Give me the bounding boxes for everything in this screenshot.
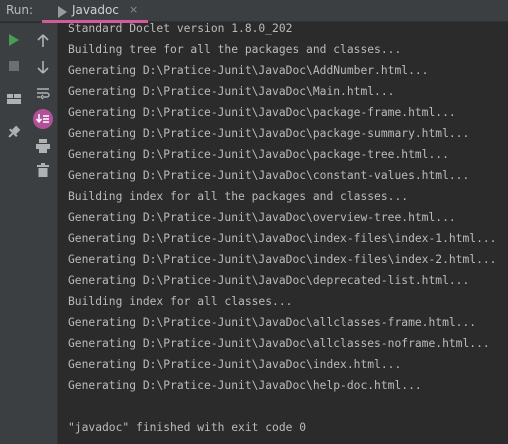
run-toolbar-left <box>0 23 28 444</box>
console-line: Generating D:\Pratice-Junit\JavaDoc\help… <box>68 379 422 392</box>
console-line: Generating D:\Pratice-Junit\JavaDoc\over… <box>68 211 456 224</box>
console-line: Generating D:\Pratice-Junit\JavaDoc\depr… <box>68 274 470 287</box>
console-line: Generating D:\Pratice-Junit\JavaDoc\pack… <box>68 148 449 161</box>
console-line: Generating D:\Pratice-Junit\JavaDoc\inde… <box>68 253 497 266</box>
pin-tab-button[interactable] <box>4 122 24 142</box>
console-line: Building tree for all the packages and c… <box>68 43 402 56</box>
console-line: Generating D:\Pratice-Junit\JavaDoc\pack… <box>68 106 456 119</box>
console-line: Generating D:\Pratice-Junit\JavaDoc\allc… <box>68 316 477 329</box>
rerun-button[interactable] <box>4 30 24 50</box>
console-line: Standard Doclet version 1.8.0_202 <box>68 23 293 35</box>
restore-layout-button[interactable] <box>4 89 24 109</box>
run-tool-window-header: Run: Javadoc × <box>0 0 508 23</box>
stop-icon <box>9 61 19 71</box>
console-line: Generating D:\Pratice-Junit\JavaDoc\inde… <box>68 358 402 371</box>
console-line: Generating D:\Pratice-Junit\JavaDoc\Main… <box>68 85 395 98</box>
console-line: "javadoc" finished with exit code 0 <box>68 421 307 434</box>
next-occurrence-button[interactable] <box>33 57 53 77</box>
console-line: Generating D:\Pratice-Junit\JavaDoc\allc… <box>68 337 490 350</box>
arrow-down-icon <box>37 61 49 74</box>
console-lines: Standard Doclet version 1.8.0_202 Buildin… <box>68 23 496 438</box>
run-toolbar-right <box>28 23 58 444</box>
clear-all-button[interactable] <box>33 160 53 180</box>
close-icon[interactable]: × <box>129 3 138 16</box>
pin-icon <box>8 125 21 138</box>
console-line: Generating D:\Pratice-Junit\JavaDoc\pack… <box>68 127 470 140</box>
scroll-to-end-icon <box>33 109 53 129</box>
print-icon <box>36 139 50 153</box>
tab-javadoc[interactable]: Javadoc × <box>54 0 148 22</box>
stop-button[interactable] <box>4 56 24 76</box>
run-icon <box>9 34 19 46</box>
trash-icon <box>37 163 49 177</box>
console-line: Building index for all classes... <box>68 295 293 308</box>
console-line: Generating D:\Pratice-Junit\JavaDoc\AddN… <box>68 64 429 77</box>
console-line: Building index for all the packages and … <box>68 190 409 203</box>
run-label: Run: <box>6 3 34 17</box>
console-line: Generating D:\Pratice-Junit\JavaDoc\cons… <box>68 169 470 182</box>
console-output[interactable]: Standard Doclet version 1.8.0_202 Buildin… <box>58 23 508 444</box>
tab-title: Javadoc <box>72 3 119 17</box>
print-button[interactable] <box>33 136 53 156</box>
previous-occurrence-button[interactable] <box>33 31 53 51</box>
arrow-up-icon <box>37 34 49 47</box>
console-line: Generating D:\Pratice-Junit\JavaDoc\inde… <box>68 232 497 245</box>
soft-wrap-button[interactable] <box>33 83 53 103</box>
soft-wrap-icon <box>37 88 50 100</box>
run-config-icon <box>58 6 67 18</box>
scroll-to-end-button[interactable] <box>31 107 55 131</box>
layout-icon <box>7 94 21 104</box>
